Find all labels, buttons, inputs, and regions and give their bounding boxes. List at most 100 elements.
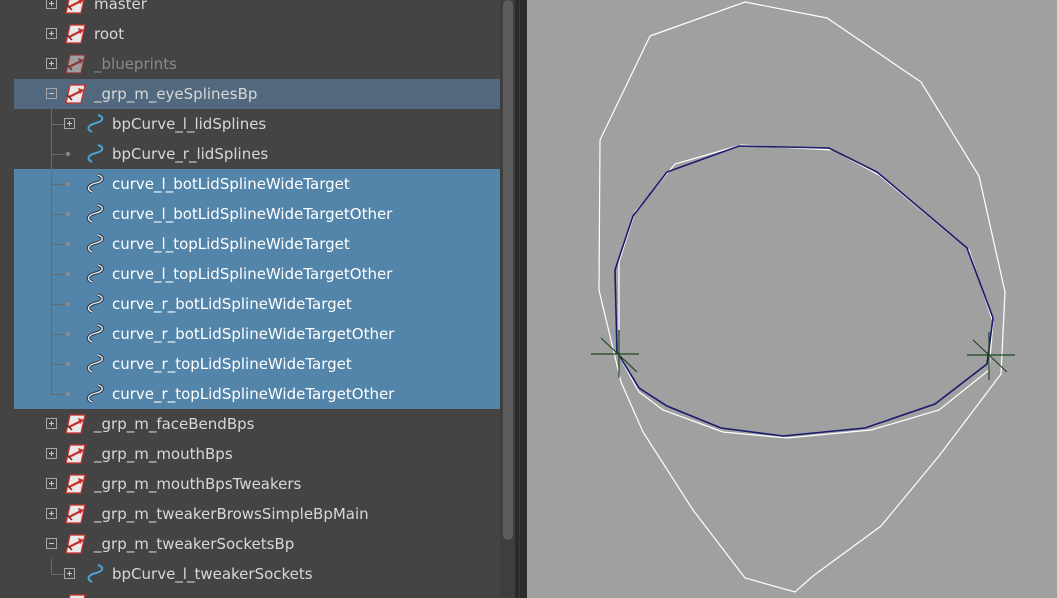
outliner-item-label: curve_r_topLidSplineWideTargetOther xyxy=(112,385,395,403)
tree-guide-line xyxy=(51,364,52,379)
outliner-row[interactable]: _blueprints xyxy=(0,49,500,79)
outliner-item-label: master xyxy=(94,0,147,13)
outliner-row[interactable]: curve_r_topLidSplineWideTarget xyxy=(0,349,500,379)
tree-guide-line xyxy=(51,574,64,575)
tree-guide-line xyxy=(51,154,65,155)
tree-guide-line xyxy=(51,274,65,275)
leaf-dot-icon xyxy=(66,182,70,186)
tree-guide-line xyxy=(51,124,64,125)
outliner-item-label: bpCurve_r_lidSplines xyxy=(112,145,269,163)
tree-guide-line xyxy=(51,379,52,394)
outer-head-curve[interactable] xyxy=(598,1,1006,593)
outliner-item-label: _grp_m_faceBendBps xyxy=(94,415,255,433)
outliner-row[interactable]: curve_r_topLidSplineWideTargetOther xyxy=(0,379,500,409)
outliner-row[interactable]: _grp_m_mouthBpsTweakers xyxy=(0,469,500,499)
outliner-item-label: _grp_m_tweakerBrowsSimpleBpMain xyxy=(94,505,369,523)
tree-guide-line xyxy=(51,274,52,289)
collapse-minus-icon[interactable] xyxy=(46,538,57,549)
inner-eye-curve-white[interactable] xyxy=(618,144,994,439)
tree-guide-line xyxy=(51,109,52,124)
transform-node-icon xyxy=(64,503,88,525)
left-corner-locator[interactable] xyxy=(591,330,639,378)
expand-plus-icon[interactable] xyxy=(64,568,75,579)
outliner-row[interactable]: bpCurve_l_lidSplines xyxy=(0,109,500,139)
nurbs-curve-icon xyxy=(84,113,108,135)
expand-plus-icon[interactable] xyxy=(46,28,57,39)
collapse-minus-icon[interactable] xyxy=(46,88,57,99)
tree-guide-line xyxy=(51,214,52,229)
outliner-item-label: _grp_m_eyeSplinesBp xyxy=(94,85,258,103)
outliner-item-label: _grp_m_tweakerSocketsBp xyxy=(94,535,295,553)
leaf-dot-icon xyxy=(66,392,70,396)
tree-guide-line xyxy=(51,124,52,139)
expand-plus-icon[interactable] xyxy=(46,0,57,9)
outliner-row[interactable]: bpCurve_r_lidSplines xyxy=(0,139,500,169)
outliner-item-label: curve_l_topLidSplineWideTargetOther xyxy=(112,265,393,283)
tree-guide-line xyxy=(51,334,65,335)
nurbs-curve-icon xyxy=(84,143,108,165)
outliner-item-label: curve_l_topLidSplineWideTarget xyxy=(112,235,350,253)
leaf-dot-icon xyxy=(66,302,70,306)
nurbs-curve-icon xyxy=(84,353,108,375)
nurbs-curve-icon xyxy=(84,383,108,405)
tree-guide-line xyxy=(51,334,52,349)
outliner-row[interactable]: _grp_m_tweakerSocketsBp xyxy=(0,529,500,559)
outliner-row[interactable]: _grp_m_eyeSplinesBp xyxy=(0,79,500,109)
expand-plus-icon[interactable] xyxy=(46,508,57,519)
leaf-dot-icon xyxy=(66,152,70,156)
tree-guide-line xyxy=(51,184,65,185)
outliner-row[interactable]: root xyxy=(0,19,500,49)
tree-guide-line xyxy=(51,214,65,215)
outliner-row[interactable]: curve_r_botLidSplineWideTargetOther xyxy=(0,319,500,349)
outliner-row[interactable]: _grp_m_faceBendBps xyxy=(0,409,500,439)
tree-guide-line xyxy=(51,184,52,199)
outliner-item-label: curve_l_botLidSplineWideTargetOther xyxy=(112,205,393,223)
splitter-grip xyxy=(519,0,520,598)
tree-guide-line xyxy=(51,319,52,334)
outliner-row[interactable]: curve_l_botLidSplineWideTargetOther xyxy=(0,199,500,229)
outliner-row[interactable]: curve_l_topLidSplineWideTargetOther xyxy=(0,259,500,289)
outliner-row[interactable] xyxy=(0,589,500,598)
leaf-dot-icon xyxy=(66,362,70,366)
outliner-row[interactable]: curve_r_botLidSplineWideTarget xyxy=(0,289,500,319)
transform-node-icon xyxy=(64,0,88,15)
viewport-canvas xyxy=(591,1,1015,593)
outliner-row[interactable]: master xyxy=(0,0,500,19)
viewport-3d[interactable] xyxy=(527,0,1057,598)
tree-guide-line xyxy=(51,394,65,395)
transform-node-icon xyxy=(64,413,88,435)
nurbs-curve-icon xyxy=(84,263,108,285)
tree-guide-line xyxy=(51,244,52,259)
inner-eye-curve-selected[interactable] xyxy=(614,145,994,437)
expand-plus-icon[interactable] xyxy=(46,478,57,489)
outliner-item-label: curve_r_botLidSplineWideTarget xyxy=(112,295,352,313)
nurbs-curve-icon xyxy=(84,203,108,225)
outliner-item-label: curve_r_topLidSplineWideTarget xyxy=(112,355,352,373)
nurbs-curve-icon xyxy=(84,323,108,345)
expand-plus-icon[interactable] xyxy=(46,448,57,459)
expand-plus-icon[interactable] xyxy=(46,418,57,429)
transform-node-icon xyxy=(64,83,88,105)
transform-node-icon xyxy=(64,443,88,465)
panel-splitter[interactable] xyxy=(515,0,527,598)
outliner-item-label: curve_l_botLidSplineWideTarget xyxy=(112,175,350,193)
transform-node-icon xyxy=(64,473,88,495)
outliner-row[interactable]: bpCurve_l_tweakerSockets xyxy=(0,559,500,589)
outliner-item-label: bpCurve_l_lidSplines xyxy=(112,115,267,133)
tree-guide-line xyxy=(51,304,65,305)
leaf-dot-icon xyxy=(66,272,70,276)
outliner-scrollbar-thumb[interactable] xyxy=(503,0,513,540)
transform-node-icon xyxy=(64,533,88,555)
outliner-item-label: _grp_m_mouthBps xyxy=(94,445,233,463)
tree-guide-line xyxy=(51,559,52,574)
transform-node-icon xyxy=(64,23,88,45)
outliner-row[interactable]: _grp_m_mouthBps xyxy=(0,439,500,469)
tree-guide-line xyxy=(51,364,65,365)
expand-plus-icon[interactable] xyxy=(64,118,75,129)
outliner-row[interactable]: curve_l_topLidSplineWideTarget xyxy=(0,229,500,259)
outliner-tree: master root _blueprints _grp_m_eyeSplinesBp… xyxy=(0,0,500,598)
outliner-row[interactable]: _grp_m_tweakerBrowsSimpleBpMain xyxy=(0,499,500,529)
outliner-row[interactable]: curve_l_botLidSplineWideTarget xyxy=(0,169,500,199)
expand-plus-icon[interactable] xyxy=(46,58,57,69)
leaf-dot-icon xyxy=(66,212,70,216)
